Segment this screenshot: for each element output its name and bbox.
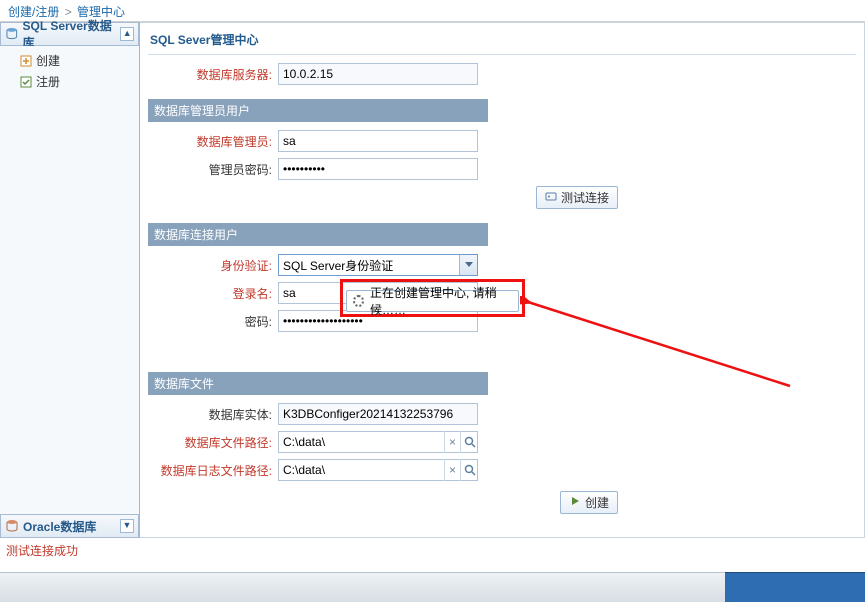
oracle-panel-title: Oracle数据库 bbox=[23, 518, 96, 535]
content-title: SQL Sever管理中心 bbox=[148, 29, 856, 55]
database-icon bbox=[5, 519, 19, 533]
chevron-down-icon bbox=[459, 255, 477, 275]
password-label: 密码: bbox=[148, 313, 278, 330]
oracle-panel-header[interactable]: Oracle数据库 ▼ bbox=[0, 514, 139, 538]
collapse-up-icon[interactable]: ▲ bbox=[120, 27, 134, 41]
footer-left bbox=[0, 572, 725, 602]
auth-select-value: SQL Server身份验证 bbox=[283, 257, 393, 274]
footer-right bbox=[725, 572, 865, 602]
test-connection-button[interactable]: 测试连接 bbox=[536, 186, 618, 209]
server-input[interactable] bbox=[278, 63, 478, 85]
collapse-down-icon[interactable]: ▼ bbox=[120, 519, 134, 533]
section-file-header: 数据库文件 bbox=[148, 372, 488, 395]
clear-icon[interactable]: × bbox=[444, 459, 460, 481]
clear-icon[interactable]: × bbox=[444, 431, 460, 453]
section-admin-header: 数据库管理员用户 bbox=[148, 99, 488, 122]
create-button-label: 创建 bbox=[585, 494, 609, 511]
sidebar-tree: 创建 注册 bbox=[0, 46, 139, 514]
login-label: 登录名: bbox=[148, 285, 278, 302]
log-path-label: 数据库日志文件路径: bbox=[148, 462, 278, 479]
status-bar: 测试连接成功 bbox=[0, 538, 865, 560]
search-icon[interactable] bbox=[460, 459, 478, 481]
register-icon bbox=[20, 76, 32, 88]
test-connection-label: 测试连接 bbox=[561, 189, 609, 206]
tree-item-create[interactable]: 创建 bbox=[6, 50, 133, 71]
loading-modal-text: 正在创建管理中心, 请稍候…… bbox=[370, 284, 512, 318]
section-conn-header: 数据库连接用户 bbox=[148, 223, 488, 246]
entity-input[interactable] bbox=[278, 403, 478, 425]
create-run-icon bbox=[569, 495, 581, 510]
auth-select[interactable]: SQL Server身份验证 bbox=[278, 254, 478, 276]
tree-item-register[interactable]: 注册 bbox=[6, 71, 133, 92]
status-text: 测试连接成功 bbox=[6, 544, 78, 558]
server-label: 数据库服务器: bbox=[148, 66, 278, 83]
create-icon bbox=[20, 55, 32, 67]
admin-pw-label: 管理员密码: bbox=[148, 161, 278, 178]
admin-input[interactable] bbox=[278, 130, 478, 152]
window-footer bbox=[0, 572, 865, 602]
sql-server-panel-header[interactable]: SQL Server数据库 ▲ bbox=[0, 22, 139, 46]
auth-label: 身份验证: bbox=[148, 257, 278, 274]
file-path-label: 数据库文件路径: bbox=[148, 434, 278, 451]
admin-pw-input[interactable] bbox=[278, 158, 478, 180]
create-button[interactable]: 创建 bbox=[560, 491, 618, 514]
test-connection-icon bbox=[545, 190, 557, 205]
loading-modal: 正在创建管理中心, 请稍候…… bbox=[346, 290, 519, 312]
tree-item-label: 创建 bbox=[36, 52, 60, 69]
search-icon[interactable] bbox=[460, 431, 478, 453]
admin-label: 数据库管理员: bbox=[148, 133, 278, 150]
spinner-icon bbox=[353, 295, 364, 307]
database-icon bbox=[5, 27, 19, 41]
sidebar: SQL Server数据库 ▲ 创建 注册 Oracle bbox=[0, 22, 140, 538]
tree-item-label: 注册 bbox=[36, 73, 60, 90]
entity-label: 数据库实体: bbox=[148, 406, 278, 423]
breadcrumb: 创建/注册 > 管理中心 bbox=[0, 0, 865, 22]
